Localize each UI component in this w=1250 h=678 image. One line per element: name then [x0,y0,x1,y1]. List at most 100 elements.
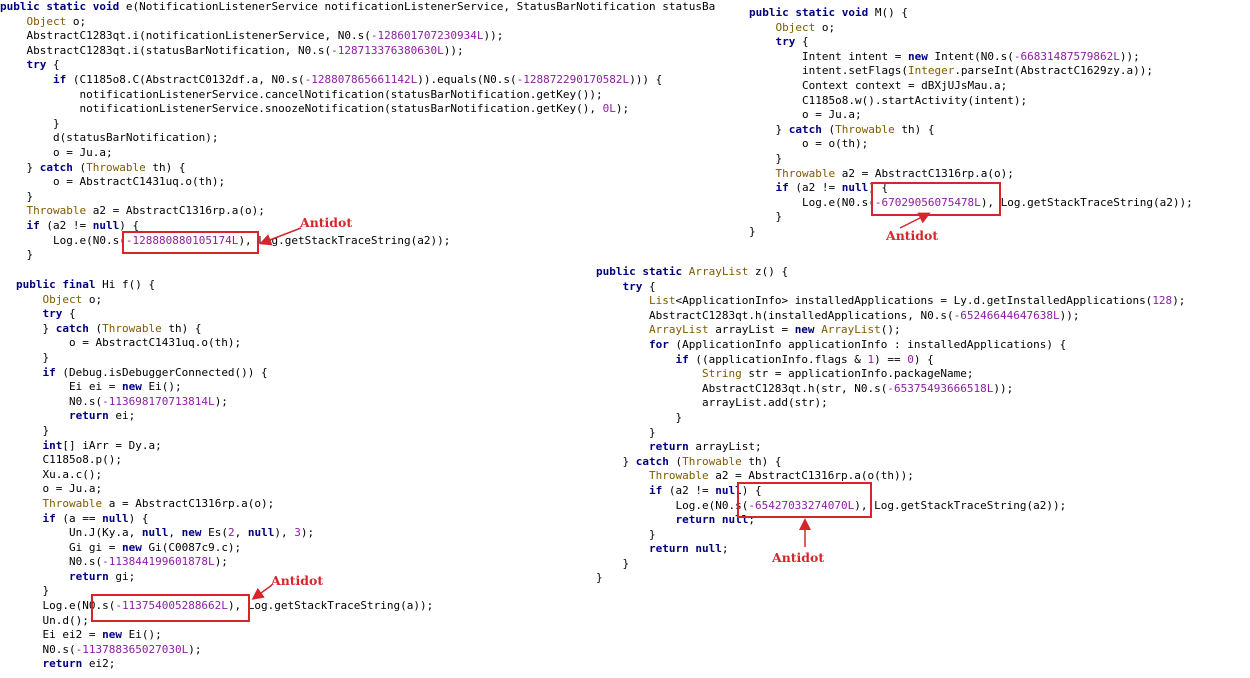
type-token: ArrayList [821,323,881,337]
code-line: Ei ei = new Ei(); [16,380,576,395]
code-line: notificationListenerService.snoozeNotifi… [0,102,742,117]
code-panel-method-f: public final Hi f() { Object o; try { } … [16,278,576,678]
code-line: Object o; [0,15,742,30]
code-line: o = AbstractC1431uq.o(th); [16,336,576,351]
code-text: } [749,224,756,238]
code-line: } catch (Throwable th) { [0,161,742,176]
code-text: ), Log.getStackTraceString(a2)); [854,498,1067,512]
code-text: ) { [913,352,934,366]
code-text: ) { [741,483,762,497]
code-text: notificationListenerService.snoozeNotifi… [0,102,603,116]
code-text: } [0,116,60,130]
obfuscated-number: -128880880105174L [125,233,239,247]
code-text: a2 = AbstractC1316rp.a(o(th)); [708,469,914,483]
keyword-token: if [675,352,689,366]
obfuscated-number: -66831487579862L [1013,49,1120,63]
code-text: ); [615,102,630,116]
code-text: e(NotificationListenerService notificati… [125,0,716,13]
code-text: o = o(th); [749,137,869,151]
keyword-token: for [648,337,669,351]
code-text: o; [66,14,87,28]
code-text: { [62,307,76,321]
code-text: a2 = AbstractC1316rp.a(o); [835,166,1014,180]
code-text: } [596,454,636,468]
code-line: Un.J(Ky.a, null, new Es(2, null), 3); [16,526,576,541]
keyword-token: null [92,218,120,232]
code-text: ); [1172,294,1186,308]
code-text: Ei ei = [16,380,122,394]
obfuscated-number: -128713376380630L [331,43,444,57]
code-text: th) { [161,321,202,335]
code-line: N0.s(-113698170713814L); [16,395,576,410]
type-token: Object [42,292,83,306]
code-line: Throwable a2 = AbstractC1316rp.a(o); [0,204,742,219]
code-text: o = Ju.a; [16,482,103,496]
code-text: ( [72,160,87,174]
code-text: ), Log.getStackTraceString(a2)); [238,233,451,247]
code-line: if (a2 != null) { [596,484,1246,499]
obfuscated-number: -113788365027030L [75,642,189,656]
code-text: Log.e(N0.s( [0,233,126,247]
code-text: ; [748,513,755,527]
code-text: Context context = dBXjUJsMau.a; [749,78,1008,92]
keyword-token: if [42,365,56,379]
keyword-token: return [42,657,83,671]
type-token: Object [775,20,816,34]
code-text: { [46,58,60,72]
code-line: return arrayList; [596,440,1246,455]
keyword-token: null [102,511,129,525]
code-text: notificationListenerService.cancelNotifi… [0,87,603,101]
code-text: ) { [868,181,889,195]
keyword-token: if [26,218,40,232]
code-line: Xu.a.c(); [16,468,576,483]
keyword-token: return null [648,542,722,556]
code-line: try { [16,307,576,322]
obfuscated-number: 3 [294,526,301,540]
keyword-token: try [622,279,643,293]
obfuscated-number: 0L [602,102,616,116]
keyword-token: try [775,35,796,49]
type-token: ArrayList [688,265,749,278]
code-text: ; [721,542,729,556]
code-line: } [596,426,1246,441]
code-text: )); [1119,49,1140,63]
code-text: Intent(N0.s( [927,49,1014,63]
obfuscated-number: -65427033274070L [748,498,855,512]
code-text: ), Log.getStackTraceString(a)); [227,599,434,613]
code-line: public static void e(NotificationListene… [0,0,742,15]
code-text: )); [1059,308,1080,322]
type-token: List [648,294,676,308]
code-text: { [642,279,656,293]
keyword-token: new [181,526,202,540]
code-line: } [596,557,1246,572]
code-text: a2 = AbstractC1316rp.a(o); [86,204,265,218]
keyword-token: try [26,58,47,72]
code-text: arrayList = [708,323,795,337]
code-text: ((applicationInfo.flags & [688,352,868,366]
obfuscated-number: -113698170713814L [102,394,215,408]
annotation-antidot-e: Antidot [300,215,353,230]
keyword-token: return [68,569,109,583]
type-token: Throwable [835,122,895,136]
code-panel-method-e: public static void e(NotificationListene… [0,0,742,262]
type-token: Throwable [26,204,87,218]
obfuscated-number: 2 [227,526,235,540]
code-text: } [596,527,656,541]
code-text: Hi f() { [102,278,156,291]
code-line: if (Debug.isDebuggerConnected()) { [16,366,576,381]
code-text: ); [300,526,315,540]
keyword-token: null [715,483,742,497]
keyword-token: if [775,181,789,195]
